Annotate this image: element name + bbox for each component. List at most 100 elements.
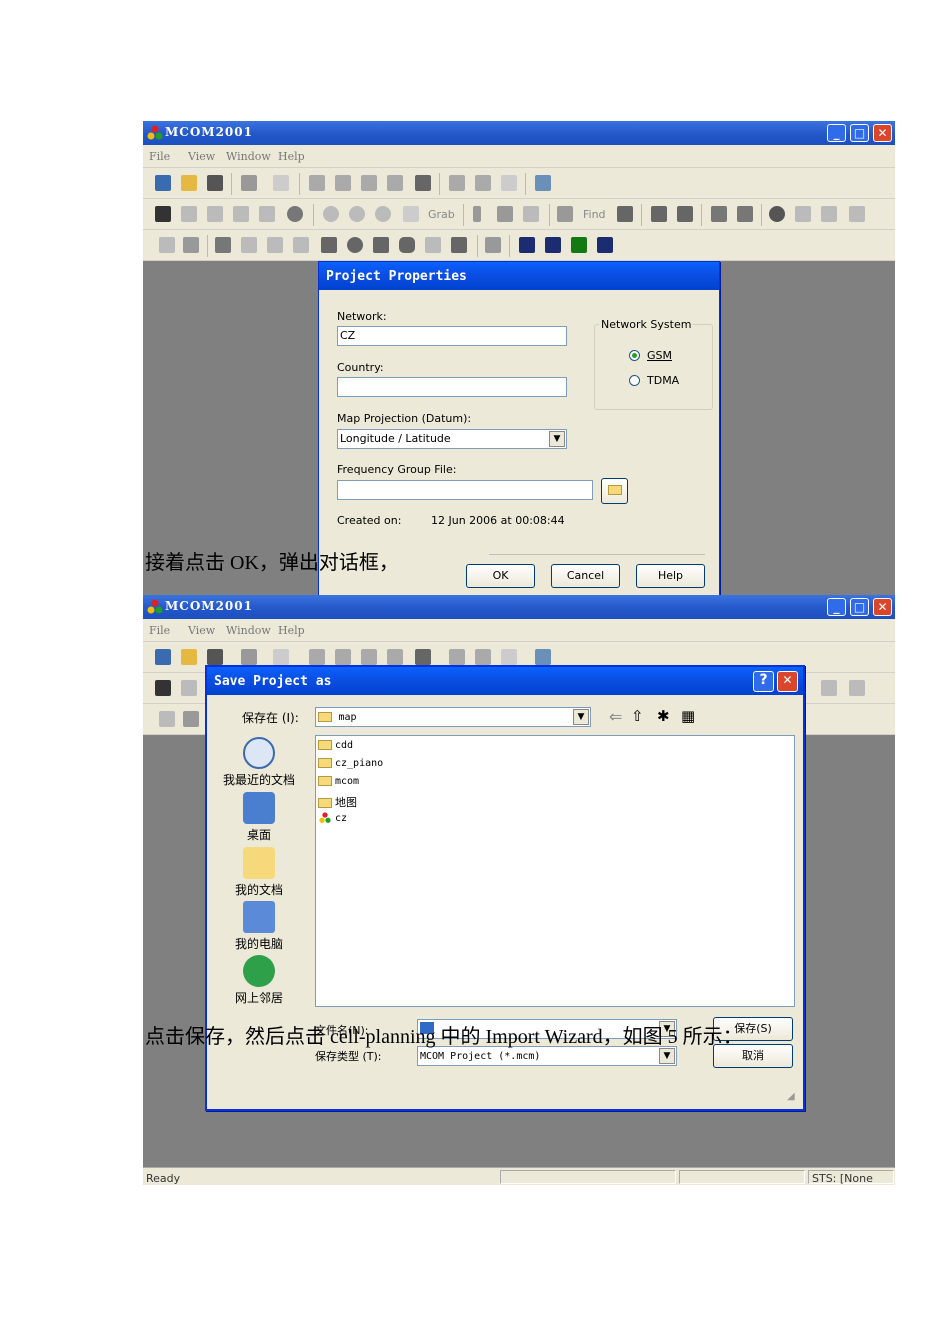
file-list[interactable]: cdd cz_piano mcom 地图 cz	[315, 735, 795, 1007]
view-menu-icon[interactable]: ▦	[681, 707, 695, 725]
radio-tdma-label[interactable]: TDMA	[647, 374, 679, 387]
gear-icon[interactable]	[769, 206, 785, 222]
polyline-icon[interactable]	[267, 237, 283, 253]
line-style-icon[interactable]	[545, 237, 561, 253]
minimize-button[interactable]: _	[827, 598, 846, 616]
scatter-icon[interactable]	[821, 680, 837, 696]
projection-select[interactable]: Longitude / Latitude ▼	[337, 429, 567, 449]
place-recent[interactable]: 我最近的文档	[219, 737, 299, 788]
radio-gsm-label[interactable]: GSM	[647, 349, 672, 362]
menu-help[interactable]: Help	[278, 150, 305, 163]
antenna-icon[interactable]	[535, 175, 551, 191]
menu-file[interactable]: File	[149, 150, 170, 163]
menu-view[interactable]: View	[188, 624, 215, 637]
place-desktop[interactable]: 桌面	[219, 792, 299, 843]
pen-icon[interactable]	[449, 175, 465, 191]
place-mydocs[interactable]: 我的文档	[219, 847, 299, 898]
grab-label[interactable]: Grab	[428, 208, 455, 221]
select-icon[interactable]	[181, 206, 197, 222]
scatter-icon[interactable]	[795, 206, 811, 222]
undo-icon[interactable]	[273, 649, 289, 665]
report-icon[interactable]	[387, 649, 403, 665]
list-item[interactable]: cdd	[318, 740, 353, 751]
wizard-icon[interactable]	[737, 206, 753, 222]
function-icon[interactable]	[711, 206, 727, 222]
find-label[interactable]: Find	[583, 208, 606, 221]
block-icon[interactable]	[677, 206, 693, 222]
up-folder-icon[interactable]: ⇧	[631, 707, 644, 725]
hand-icon[interactable]	[403, 206, 419, 222]
rectangle-icon[interactable]	[373, 237, 389, 253]
freq-input[interactable]	[337, 480, 593, 500]
point-icon[interactable]	[215, 237, 231, 253]
dialog-title-bar[interactable]: Save Project as ? ✕	[207, 667, 803, 695]
zoom-out-icon[interactable]	[349, 206, 365, 222]
delete-icon[interactable]	[287, 206, 303, 222]
list-item[interactable]: 地图	[318, 794, 357, 810]
save-icon[interactable]	[207, 175, 223, 191]
zoom-in-icon[interactable]	[323, 206, 339, 222]
ellipse-icon[interactable]	[347, 237, 363, 253]
place-mycomputer[interactable]: 我的电脑	[219, 901, 299, 952]
new-folder-icon[interactable]: ✱	[657, 707, 670, 725]
undo-icon[interactable]	[273, 175, 289, 191]
pointer-icon[interactable]	[155, 206, 171, 222]
print-icon[interactable]	[241, 175, 257, 191]
grid-icon[interactable]	[475, 649, 491, 665]
sum-icon[interactable]	[501, 175, 517, 191]
radio-gsm[interactable]	[629, 350, 640, 361]
dialog-title-bar[interactable]: Project Properties	[319, 262, 719, 290]
reshape-icon[interactable]	[485, 237, 501, 253]
ok-button[interactable]: OK	[466, 564, 535, 588]
menu-window[interactable]: Window	[226, 150, 271, 163]
report-icon[interactable]	[387, 175, 403, 191]
save-icon[interactable]	[207, 649, 223, 665]
window-icon[interactable]	[361, 175, 377, 191]
pointer-icon[interactable]	[155, 680, 171, 696]
grid-icon[interactable]	[475, 175, 491, 191]
site-icon[interactable]	[233, 206, 249, 222]
help-button[interactable]: Help	[636, 564, 705, 588]
menu-file[interactable]: File	[149, 624, 170, 637]
ruler-icon[interactable]	[523, 206, 539, 222]
chevron-down-icon[interactable]: ▼	[573, 709, 589, 725]
text-style-icon[interactable]	[597, 237, 613, 253]
frame-icon[interactable]	[451, 237, 467, 253]
print-icon[interactable]	[241, 649, 257, 665]
window-icon[interactable]	[361, 649, 377, 665]
zoom-icon[interactable]	[375, 206, 391, 222]
window-list-icon[interactable]	[183, 711, 199, 727]
arc-icon[interactable]	[293, 237, 309, 253]
menu-help[interactable]: Help	[278, 624, 305, 637]
cancel-button[interactable]: Cancel	[551, 564, 620, 588]
resize-grip-icon[interactable]: ◢	[787, 1091, 795, 1102]
new-project-icon[interactable]	[155, 649, 171, 665]
network-input[interactable]: CZ	[337, 326, 567, 346]
monitor-icon[interactable]	[415, 649, 431, 665]
close-button[interactable]: ✕	[873, 124, 892, 142]
chevron-down-icon[interactable]: ▼	[659, 1048, 675, 1064]
new-project-icon[interactable]	[155, 175, 171, 191]
open-folder-icon[interactable]	[181, 649, 197, 665]
save-in-select[interactable]: map ▼	[315, 707, 591, 727]
close-button[interactable]: ✕	[873, 598, 892, 616]
route-icon[interactable]	[617, 206, 633, 222]
edit-icon[interactable]	[497, 206, 513, 222]
back-icon[interactable]: ⇐	[609, 707, 622, 726]
layer-icon[interactable]	[159, 711, 175, 727]
table-icon[interactable]	[309, 649, 325, 665]
country-input[interactable]	[337, 377, 567, 397]
place-network[interactable]: 网上邻居	[219, 955, 299, 1006]
list-item[interactable]: cz	[318, 812, 347, 824]
chart-icon[interactable]	[335, 649, 351, 665]
sum-icon[interactable]	[501, 649, 517, 665]
layer-icon[interactable]	[159, 237, 175, 253]
line-icon[interactable]	[241, 237, 257, 253]
monitor-icon[interactable]	[415, 175, 431, 191]
pen-icon[interactable]	[449, 649, 465, 665]
radio-tdma[interactable]	[629, 375, 640, 386]
antenna-icon[interactable]	[535, 649, 551, 665]
filetype-select[interactable]: MCOM Project (*.mcm) ▼	[417, 1046, 677, 1066]
rounded-rect-icon[interactable]	[399, 237, 415, 253]
panel-icon[interactable]	[651, 206, 667, 222]
